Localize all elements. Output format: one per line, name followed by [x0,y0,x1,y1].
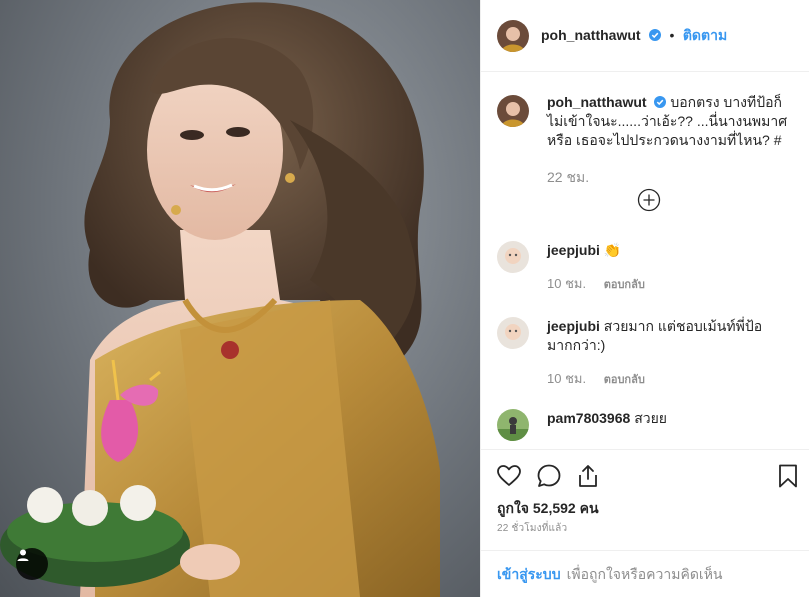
avatar[interactable] [497,317,529,349]
avatar-image [497,95,529,127]
post-sidebar: poh_natthawut • ติดตาม poh_natthawut บอก… [480,0,809,597]
comment-username[interactable]: pam7803968 [547,410,630,426]
post-photo-illustration [0,2,440,597]
heart-icon[interactable] [496,463,522,489]
avatar-image [497,19,529,52]
login-link[interactable]: เข้าสู่ระบบ [497,564,561,586]
likes-count[interactable]: ถูกใจ 52,592 คน [497,498,599,520]
caption: poh_natthawut บอกตรง บางทีป้อก็ไม่เข้าใจ… [497,93,797,187]
post-actions: ถูกใจ 52,592 คน 22 ชั่วโมงที่แล้ว เข้าสู… [481,449,809,597]
user-tag-icon [17,549,29,561]
avatar-image [497,409,529,441]
header-meta: poh_natthawut • ติดตาม [541,25,727,47]
add-icon[interactable] [637,188,661,212]
list-item: pam7803968 สวยย [497,409,797,441]
post-username[interactable]: poh_natthawut [541,27,641,43]
verified-badge-icon [649,28,661,41]
user-tag-button[interactable] [16,548,48,580]
avatar[interactable] [497,241,529,273]
follow-button[interactable]: ติดตาม [683,27,727,43]
comment-meta: 10 ชม. ตอบกลับ [547,369,797,390]
comment-body: pam7803968 สวยย [547,409,797,428]
verified-badge-icon [654,96,667,108]
post-header: poh_natthawut • ติดตาม [481,0,809,72]
avatar[interactable] [497,19,529,52]
avatar-image [497,317,529,349]
separator: • [669,26,675,43]
comment-username[interactable]: jeepjubi [547,318,600,334]
bookmark-icon[interactable] [775,463,801,489]
share-icon[interactable] [575,463,601,489]
post-timestamp[interactable]: 22 ชั่วโมงที่แล้ว [497,521,567,536]
comments-list: poh_natthawut บอกตรง บางทีป้อก็ไม่เข้าใจ… [481,73,809,449]
caption-username[interactable]: poh_natthawut [547,94,647,110]
caption-age[interactable]: 22 ชม. [547,168,797,187]
comment-body: jeepjubi 👏 10 ชม. ตอบกลับ [547,241,797,295]
avatar[interactable] [497,409,529,441]
comment-icon[interactable] [536,463,562,489]
login-prompt: เข้าสู่ระบบ เพื่อถูกใจหรือความคิดเห็น [481,550,809,597]
reply-button[interactable]: ตอบกลับ [604,374,645,386]
comment-body: jeepjubi สวยมาก แต่ชอบเม้นท์พี่ป้อมากกว่… [547,317,797,390]
reply-button[interactable]: ตอบกลับ [604,279,645,291]
list-item: jeepjubi สวยมาก แต่ชอบเม้นท์พี่ป้อมากกว่… [497,317,797,390]
list-item: jeepjubi 👏 10 ชม. ตอบกลับ [497,241,797,295]
comment-meta: 10 ชม. ตอบกลับ [547,274,797,295]
caption-body: poh_natthawut บอกตรง บางทีป้อก็ไม่เข้าใจ… [547,93,797,187]
comment-username[interactable]: jeepjubi [547,242,600,258]
comment-text: 👏 [603,242,622,258]
avatar[interactable] [497,95,529,127]
comment-text: สวยย [634,410,667,426]
avatar-image [497,241,529,273]
post-photo[interactable] [0,0,480,597]
comment-age[interactable]: 10 ชม. [547,371,586,386]
login-prompt-text: เพื่อถูกใจหรือความคิดเห็น [566,565,723,582]
comment-age[interactable]: 10 ชม. [547,276,586,291]
